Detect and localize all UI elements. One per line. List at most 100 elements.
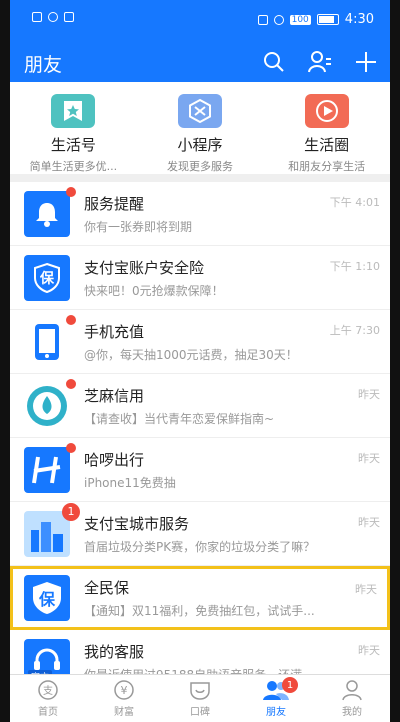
item-time: 昨天 bbox=[358, 452, 380, 465]
wealth-icon: ¥ bbox=[114, 680, 134, 700]
item-subtitle: iPhone11免费抽 bbox=[84, 475, 176, 490]
koubei-icon bbox=[190, 682, 210, 700]
star-flag-icon bbox=[51, 94, 96, 128]
wifi-icon bbox=[48, 12, 58, 22]
service-subtitle: 发现更多服务 bbox=[167, 160, 233, 173]
hexagon-knot-icon bbox=[178, 94, 222, 128]
bell-icon bbox=[36, 202, 58, 227]
svg-text:支: 支 bbox=[43, 685, 53, 697]
avatar: 保 bbox=[24, 575, 70, 621]
status-right: 100 4:30 bbox=[257, 12, 374, 27]
phone-screen: 100 4:30 朋友 生活号 简单生活更多优... 小程序 发现更多服务 生活… bbox=[10, 0, 390, 722]
avatar: 保 bbox=[24, 254, 70, 301]
plus-icon bbox=[356, 52, 376, 72]
message-icon bbox=[64, 12, 74, 22]
item-time: 下午 1:10 bbox=[329, 260, 380, 273]
avatar bbox=[24, 378, 76, 429]
bao-glyph: 保 bbox=[40, 270, 54, 287]
unread-badge: 1 bbox=[62, 502, 80, 521]
status-bar: 100 4:30 bbox=[10, 0, 390, 42]
service-subtitle: 简单生活更多优... bbox=[29, 160, 118, 173]
hd-icon bbox=[257, 14, 268, 25]
unread-dot bbox=[66, 314, 76, 325]
status-time: 4:30 bbox=[344, 12, 374, 27]
header: 朋友 bbox=[10, 42, 390, 82]
list-item-mobile-topup[interactable]: 手机充值 @你，每天抽1000元话费，抽足30天！ 上午 7:30 bbox=[10, 310, 390, 374]
item-time: 昨天 bbox=[355, 583, 377, 596]
service-title: 生活圈 bbox=[304, 136, 350, 154]
page-title: 朋友 bbox=[24, 54, 63, 76]
battery-level: 100 bbox=[289, 14, 311, 25]
item-title: 哈啰出行 bbox=[84, 450, 145, 469]
tab-friends[interactable]: 1 朋友 bbox=[238, 675, 314, 722]
svg-text:¥: ¥ bbox=[121, 684, 128, 697]
item-text: 哈啰出行 iPhone11免费抽 bbox=[84, 449, 390, 491]
avatar bbox=[24, 442, 76, 493]
contacts-button[interactable] bbox=[306, 48, 334, 76]
signal-icon bbox=[32, 12, 42, 22]
item-text: 全民保 【通知】双11福利，免费抽红包，试试手... bbox=[84, 577, 387, 619]
unread-dot bbox=[66, 442, 76, 453]
item-subtitle: 你有一张券即将到期 bbox=[84, 219, 193, 234]
header-actions bbox=[260, 48, 380, 76]
sesame-icon bbox=[27, 385, 67, 426]
list-item-city-service[interactable]: 1 支付宝城市服务 首届垃圾分类PK赛，你家的垃圾分类了嘛？ 昨天 bbox=[10, 502, 390, 566]
phone-icon bbox=[35, 323, 59, 360]
item-time: 昨天 bbox=[358, 516, 380, 529]
service-shenghuohao[interactable]: 生活号 简单生活更多优... bbox=[10, 82, 137, 174]
unread-dot bbox=[66, 186, 76, 197]
item-title: 支付宝城市服务 bbox=[84, 514, 190, 533]
item-subtitle: 【通知】双11福利，免费抽红包，试试手... bbox=[84, 604, 315, 618]
tab-koubei[interactable]: 口碑 bbox=[162, 675, 238, 722]
item-title: 芝麻信用 bbox=[84, 386, 145, 405]
tab-label: 财富 bbox=[114, 707, 134, 718]
avatar bbox=[24, 186, 76, 237]
add-button[interactable] bbox=[352, 48, 380, 76]
list-item-account-insurance[interactable]: 保 支付宝账户安全险 快来吧！0元抢爆款保障！ 下午 1:10 bbox=[10, 246, 390, 310]
item-text: 支付宝城市服务 首届垃圾分类PK赛，你家的垃圾分类了嘛？ bbox=[84, 513, 390, 555]
search-icon bbox=[264, 52, 284, 72]
item-subtitle: @你，每天抽1000元话费，抽足30天！ bbox=[84, 347, 298, 362]
item-time: 昨天 bbox=[358, 644, 380, 657]
tab-label: 我的 bbox=[342, 707, 362, 718]
play-circle-icon bbox=[304, 94, 349, 128]
profile-icon bbox=[342, 680, 362, 701]
battery-icon bbox=[316, 14, 339, 25]
service-xiaochengxu[interactable]: 小程序 发现更多服务 bbox=[137, 82, 264, 174]
list-item-quanminbao[interactable]: 保 全民保 【通知】双11福利，免费抽红包，试试手... 昨天 bbox=[10, 566, 390, 630]
contacts-icon bbox=[308, 51, 331, 73]
mute-icon bbox=[273, 14, 284, 25]
item-text: 芝麻信用 【请查收】当代青年恋爱保鲜指南~ bbox=[84, 385, 390, 427]
tab-home[interactable]: 支 首页 bbox=[10, 675, 86, 722]
service-title: 小程序 bbox=[177, 136, 223, 154]
bao-glyph: 保 bbox=[38, 590, 55, 609]
item-time: 昨天 bbox=[358, 388, 380, 401]
tab-label: 首页 bbox=[38, 707, 58, 718]
service-shortcuts: 生活号 简单生活更多优... 小程序 发现更多服务 生活圈 和朋友分享生活 bbox=[10, 82, 390, 182]
tab-label: 朋友 bbox=[266, 707, 286, 718]
item-time: 下午 4:01 bbox=[329, 196, 380, 209]
tab-wealth[interactable]: ¥ 财富 bbox=[86, 675, 162, 722]
hello-logo-icon bbox=[32, 456, 61, 483]
tab-label: 口碑 bbox=[190, 707, 210, 718]
item-time: 上午 7:30 bbox=[329, 324, 380, 337]
item-title: 我的客服 bbox=[84, 642, 145, 661]
item-subtitle: 快来吧！0元抢爆款保障！ bbox=[84, 283, 224, 298]
unread-dot bbox=[66, 378, 76, 389]
unread-badge: 1 bbox=[282, 677, 298, 693]
item-title: 全民保 bbox=[84, 579, 130, 597]
item-subtitle: 首届垃圾分类PK赛，你家的垃圾分类了嘛？ bbox=[84, 539, 316, 554]
message-list: 服务提醒 你有一张券即将到期 下午 4:01 保 支付宝账户安全险 快来吧！0元… bbox=[10, 182, 390, 694]
tab-profile[interactable]: 我的 bbox=[314, 675, 390, 722]
bottom-tab-bar: 支 首页 ¥ 财富 口碑 1 朋友 我的 bbox=[10, 674, 390, 722]
list-item-sesame-credit[interactable]: 芝麻信用 【请查收】当代青年恋爱保鲜指南~ 昨天 bbox=[10, 374, 390, 438]
service-title: 生活号 bbox=[50, 136, 96, 154]
list-item-service-reminder[interactable]: 服务提醒 你有一张券即将到期 下午 4:01 bbox=[10, 182, 390, 246]
item-subtitle: 【请查收】当代青年恋爱保鲜指南~ bbox=[84, 411, 275, 426]
service-shenghuoquan[interactable]: 生活圈 和朋友分享生活 bbox=[263, 82, 390, 174]
search-button[interactable] bbox=[260, 48, 288, 76]
list-item-hello-bike[interactable]: 哈啰出行 iPhone11免费抽 昨天 bbox=[10, 438, 390, 502]
status-left bbox=[32, 12, 74, 22]
home-icon: 支 bbox=[38, 680, 58, 700]
service-subtitle: 和朋友分享生活 bbox=[288, 160, 366, 173]
